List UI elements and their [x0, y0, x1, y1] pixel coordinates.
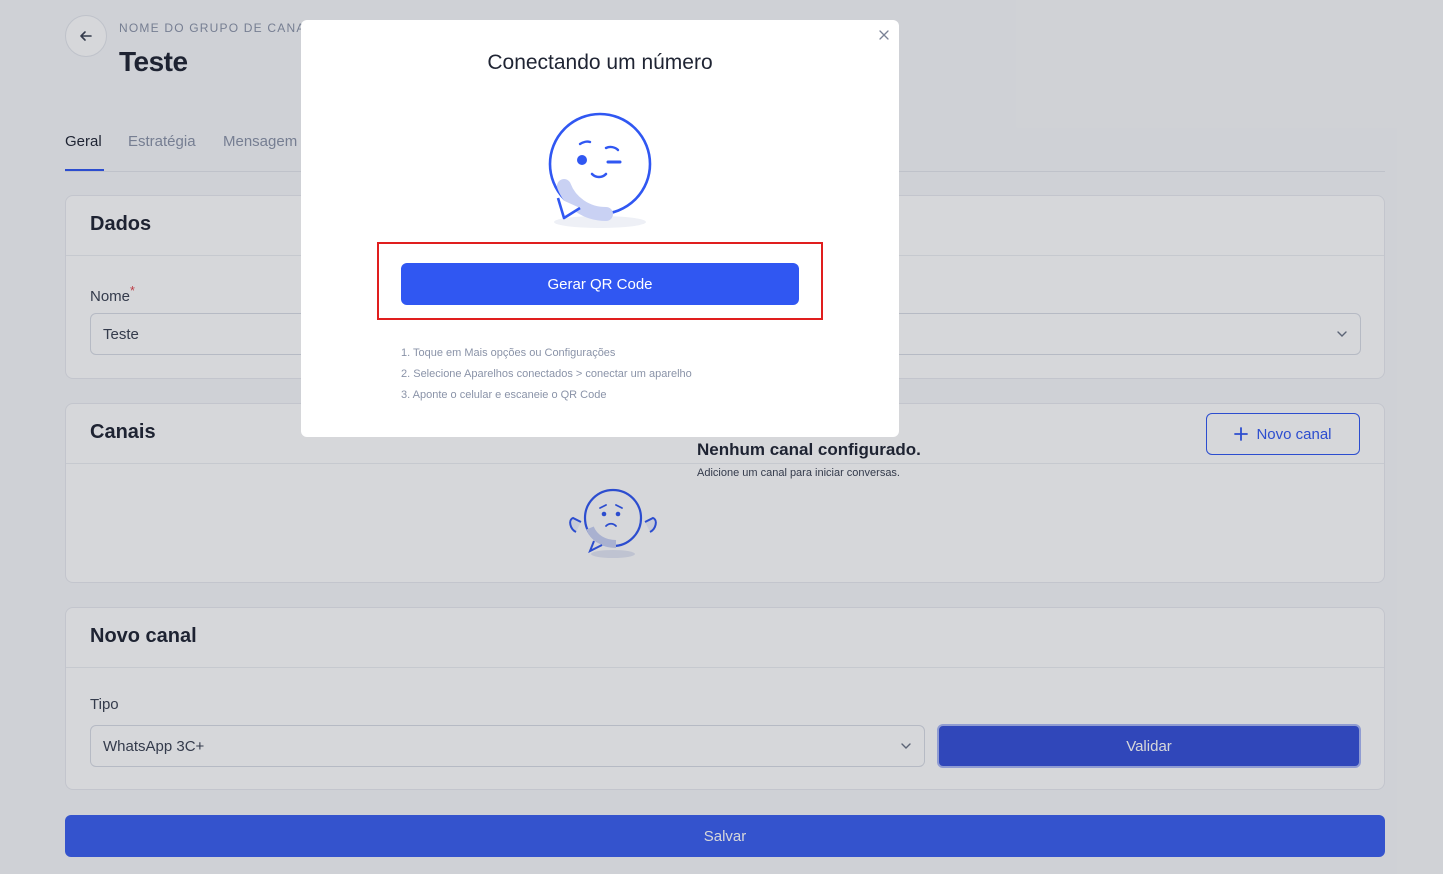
- modal-title: Conectando um número: [487, 51, 713, 74]
- close-button[interactable]: [879, 28, 889, 43]
- instruction-step-3: 3. Aponte o celular e escaneie o QR Code: [401, 389, 607, 401]
- gerar-qr-code-button[interactable]: Gerar QR Code: [401, 263, 799, 305]
- instruction-step-1: 1. Toque em Mais opções ou Configurações: [401, 347, 616, 359]
- connect-number-modal: Conectando um número Gerar QR Code 1. To…: [301, 20, 899, 437]
- instructions-list: 1. Toque em Mais opções ou Configurações…: [401, 343, 692, 406]
- instruction-step-2: 2. Selecione Aparelhos conectados > cone…: [401, 368, 692, 380]
- winking-mascot-icon: [548, 112, 652, 228]
- close-icon: [879, 30, 889, 40]
